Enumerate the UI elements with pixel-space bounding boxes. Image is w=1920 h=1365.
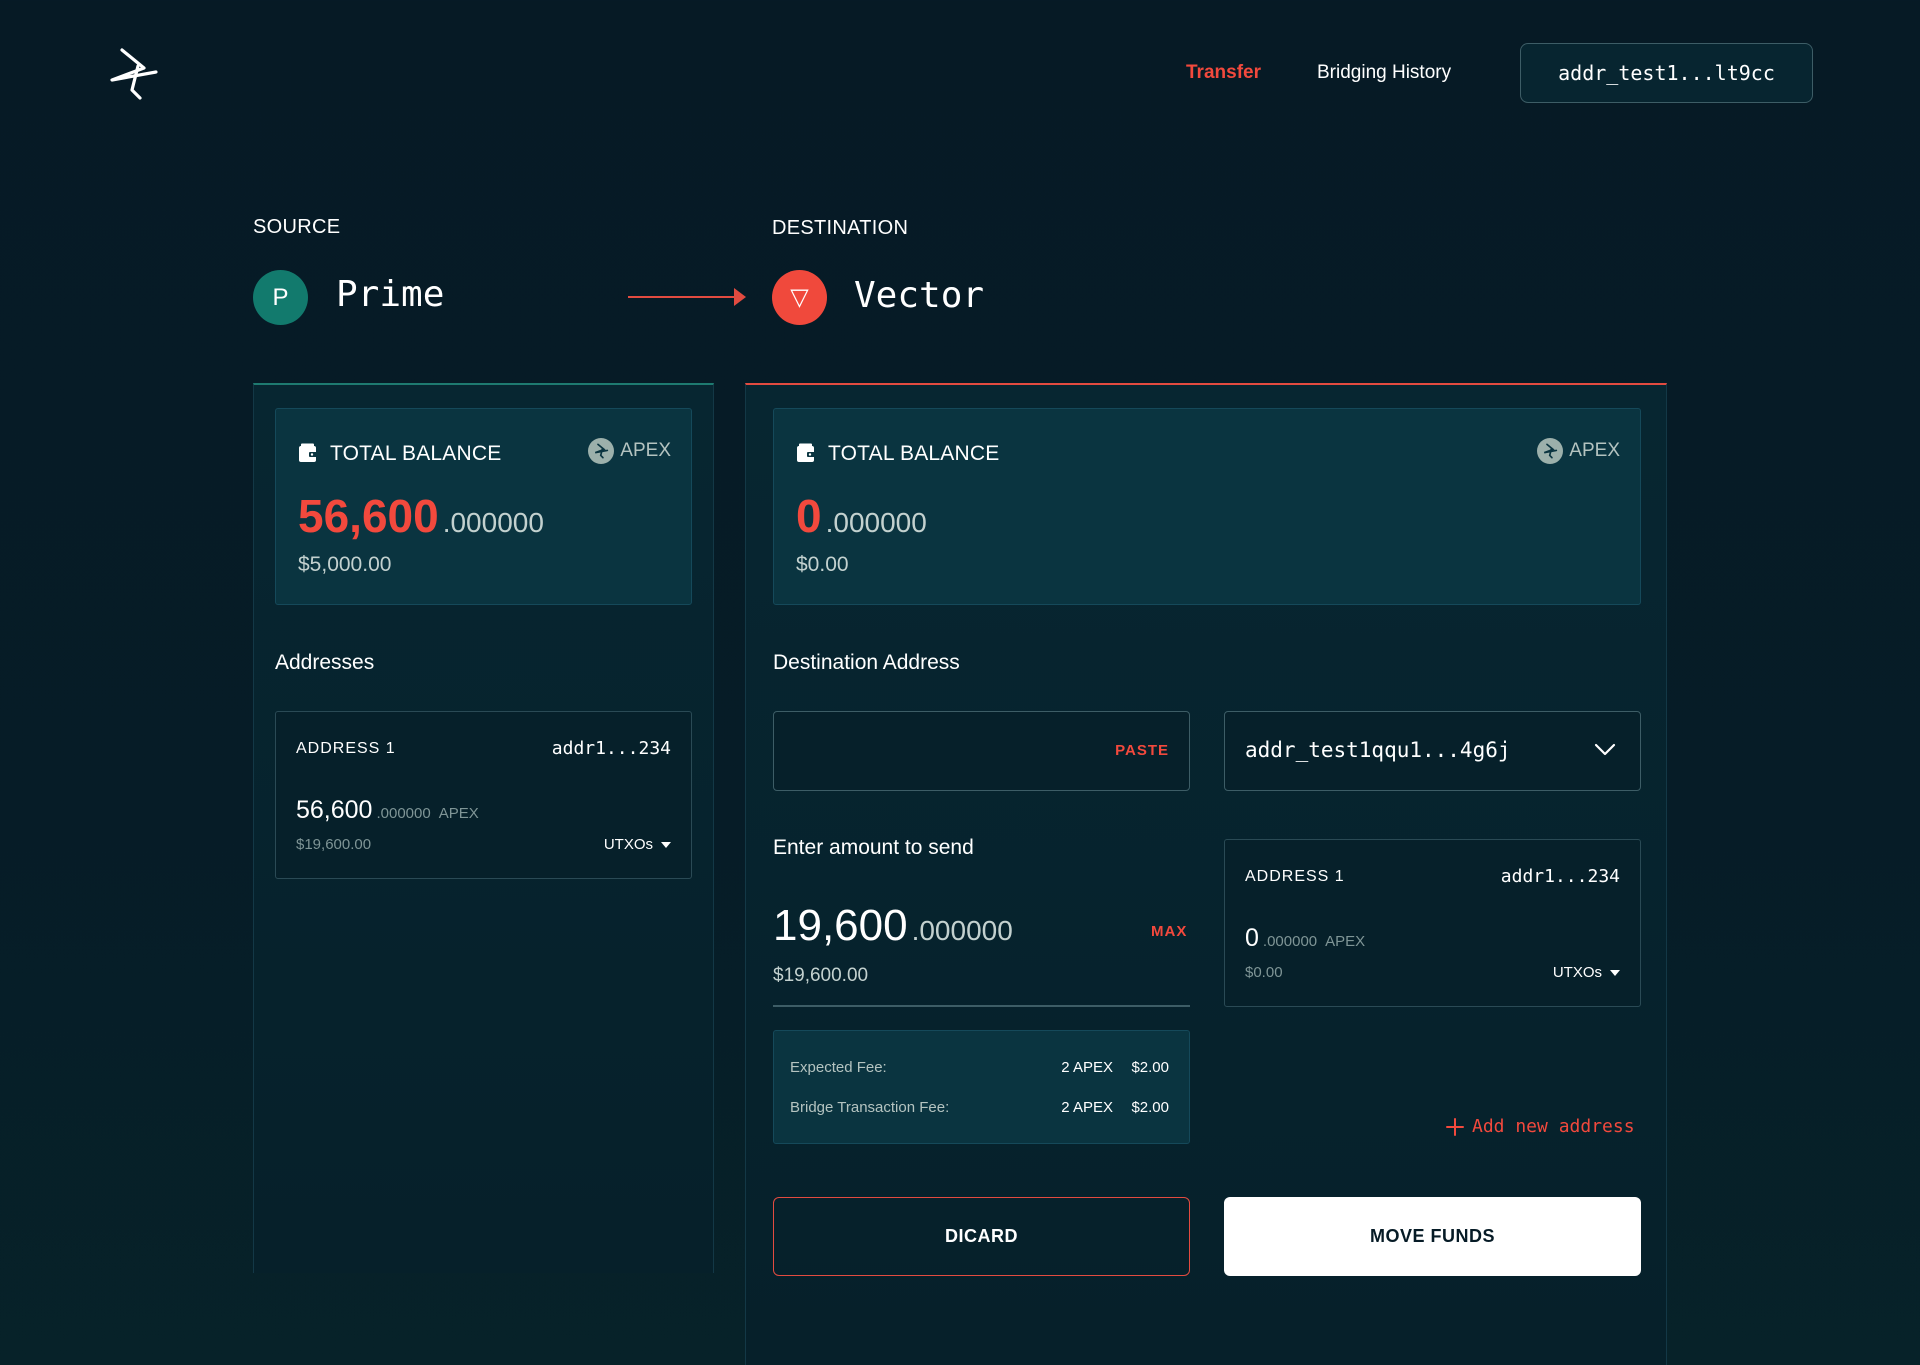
destination-chain-name[interactable]: Vector — [854, 275, 984, 316]
amount-underline — [773, 1005, 1190, 1007]
send-amount-usd: $19,600.00 — [773, 965, 869, 986]
address-usd: $0.00 — [1245, 964, 1283, 981]
address-amount-int: 56,600 — [296, 796, 373, 824]
apex-token-icon — [1537, 438, 1564, 464]
address-usd: $19,600.00 — [296, 836, 372, 853]
wallet-address-button[interactable]: addr_test1...lt9cc — [1520, 43, 1813, 103]
fee-summary: Expected Fee: 2 APEX $2.00 Bridge Transa… — [773, 1030, 1190, 1144]
prime-chain-icon: P — [253, 270, 308, 325]
destination-address-input[interactable]: PASTE — [773, 711, 1190, 791]
balance-amount-int: 0 — [796, 490, 822, 542]
fee-label: Bridge Transaction Fee: — [790, 1099, 950, 1116]
source-panel: TOTAL BALANCE APEX 56,600 .000000 $5,000… — [253, 383, 714, 1273]
balance-amount-int: 56,600 — [298, 490, 439, 542]
vector-chain-icon: ▽ — [772, 270, 827, 325]
addresses-title: Addresses — [275, 651, 375, 674]
address-value: addr1...234 — [551, 738, 671, 759]
wallet-icon — [299, 443, 317, 462]
source-address-card[interactable]: ADDRESS 1 addr1...234 56,600 .000000 APE… — [275, 711, 692, 879]
source-chain-name[interactable]: Prime — [336, 274, 444, 315]
chevron-down-icon — [1594, 743, 1616, 756]
caret-down-icon — [1610, 969, 1620, 976]
balance-title: TOTAL BALANCE — [330, 442, 502, 465]
address-amount: 56,600 .000000 APEX — [296, 796, 479, 825]
destination-address-card[interactable]: ADDRESS 1 addr1...234 0 .000000 APEX $0.… — [1224, 839, 1641, 1007]
fee-row: Bridge Transaction Fee: 2 APEX $2.00 — [790, 1099, 1169, 1116]
fee-usd: $2.00 — [1131, 1099, 1169, 1116]
arrow-right-icon — [734, 288, 746, 306]
fee-row: Expected Fee: 2 APEX $2.00 — [790, 1059, 1169, 1076]
balance-usd: $5,000.00 — [298, 553, 392, 576]
caret-down-icon — [661, 841, 671, 848]
address-amount-unit: APEX — [438, 805, 479, 822]
prime-chain-initial: P — [272, 283, 289, 311]
token-badge: APEX — [588, 438, 671, 464]
destination-label: DESTINATION — [772, 217, 909, 239]
direction-arrow-line — [628, 296, 736, 298]
add-new-address-label: Add new address — [1472, 1116, 1635, 1137]
balance-amount-dec: .000000 — [442, 507, 544, 538]
address-amount: 0 .000000 APEX — [1245, 924, 1365, 953]
address-amount-int: 0 — [1245, 924, 1259, 952]
amount-title: Enter amount to send — [773, 836, 974, 859]
fee-usd: $2.00 — [1131, 1059, 1169, 1076]
fee-amount: 2 APEX — [1061, 1099, 1113, 1116]
address-label: ADDRESS 1 — [1245, 868, 1345, 885]
source-balance-card: TOTAL BALANCE APEX 56,600 .000000 $5,000… — [275, 408, 692, 605]
address-label: ADDRESS 1 — [296, 740, 396, 757]
move-funds-button[interactable]: MOVE FUNDS — [1224, 1197, 1641, 1276]
utxos-toggle[interactable]: UTXOs — [604, 836, 671, 853]
balance-title: TOTAL BALANCE — [828, 442, 1000, 465]
fee-label: Expected Fee: — [790, 1059, 887, 1076]
apex-token-icon — [588, 438, 615, 464]
plus-icon — [1446, 1117, 1464, 1136]
vector-chain-glyph: ▽ — [790, 284, 809, 311]
destination-address-select[interactable]: addr_test1qqu1...4g6j — [1224, 711, 1641, 791]
utxos-label: UTXOs — [603, 836, 653, 853]
address-value: addr1...234 — [1500, 866, 1620, 887]
address-amount-dec: .000000 — [376, 805, 431, 822]
destination-panel: TOTAL BALANCE APEX 0 .000000 $0.00 Desti… — [745, 383, 1667, 1365]
token-badge: APEX — [1537, 438, 1620, 464]
send-amount-int: 19,600 — [773, 901, 908, 950]
source-label: SOURCE — [253, 216, 341, 238]
utxos-toggle[interactable]: UTXOs — [1553, 964, 1620, 981]
send-amount-dec: .000000 — [911, 915, 1013, 946]
max-button[interactable]: MAX — [1151, 923, 1187, 940]
fee-amount: 2 APEX — [1061, 1059, 1113, 1076]
add-new-address-button[interactable]: Add new address — [1446, 1116, 1635, 1137]
address-amount-dec: .000000 — [1262, 933, 1318, 950]
bridge-logo-icon[interactable] — [104, 46, 162, 102]
send-amount-input[interactable]: 19,600 .000000 — [773, 901, 1013, 951]
discard-button[interactable]: DICARD — [773, 1197, 1190, 1276]
token-name: APEX — [620, 440, 671, 461]
token-name: APEX — [1569, 440, 1620, 461]
nav-bridging-history[interactable]: Bridging History — [1317, 62, 1451, 84]
balance-amount: 0 .000000 — [796, 489, 927, 543]
destination-balance-card: TOTAL BALANCE APEX 0 .000000 $0.00 — [773, 408, 1641, 605]
address-amount-unit: APEX — [1325, 933, 1366, 950]
nav-transfer[interactable]: Transfer — [1186, 62, 1261, 84]
balance-usd: $0.00 — [796, 553, 849, 576]
destination-address-title: Destination Address — [773, 651, 960, 674]
selected-address: addr_test1qqu1...4g6j — [1245, 738, 1511, 762]
wallet-icon — [797, 443, 815, 462]
balance-amount: 56,600 .000000 — [298, 489, 544, 543]
balance-amount-dec: .000000 — [825, 507, 927, 538]
utxos-label: UTXOs — [1552, 964, 1602, 981]
paste-button[interactable]: PASTE — [1115, 742, 1169, 759]
